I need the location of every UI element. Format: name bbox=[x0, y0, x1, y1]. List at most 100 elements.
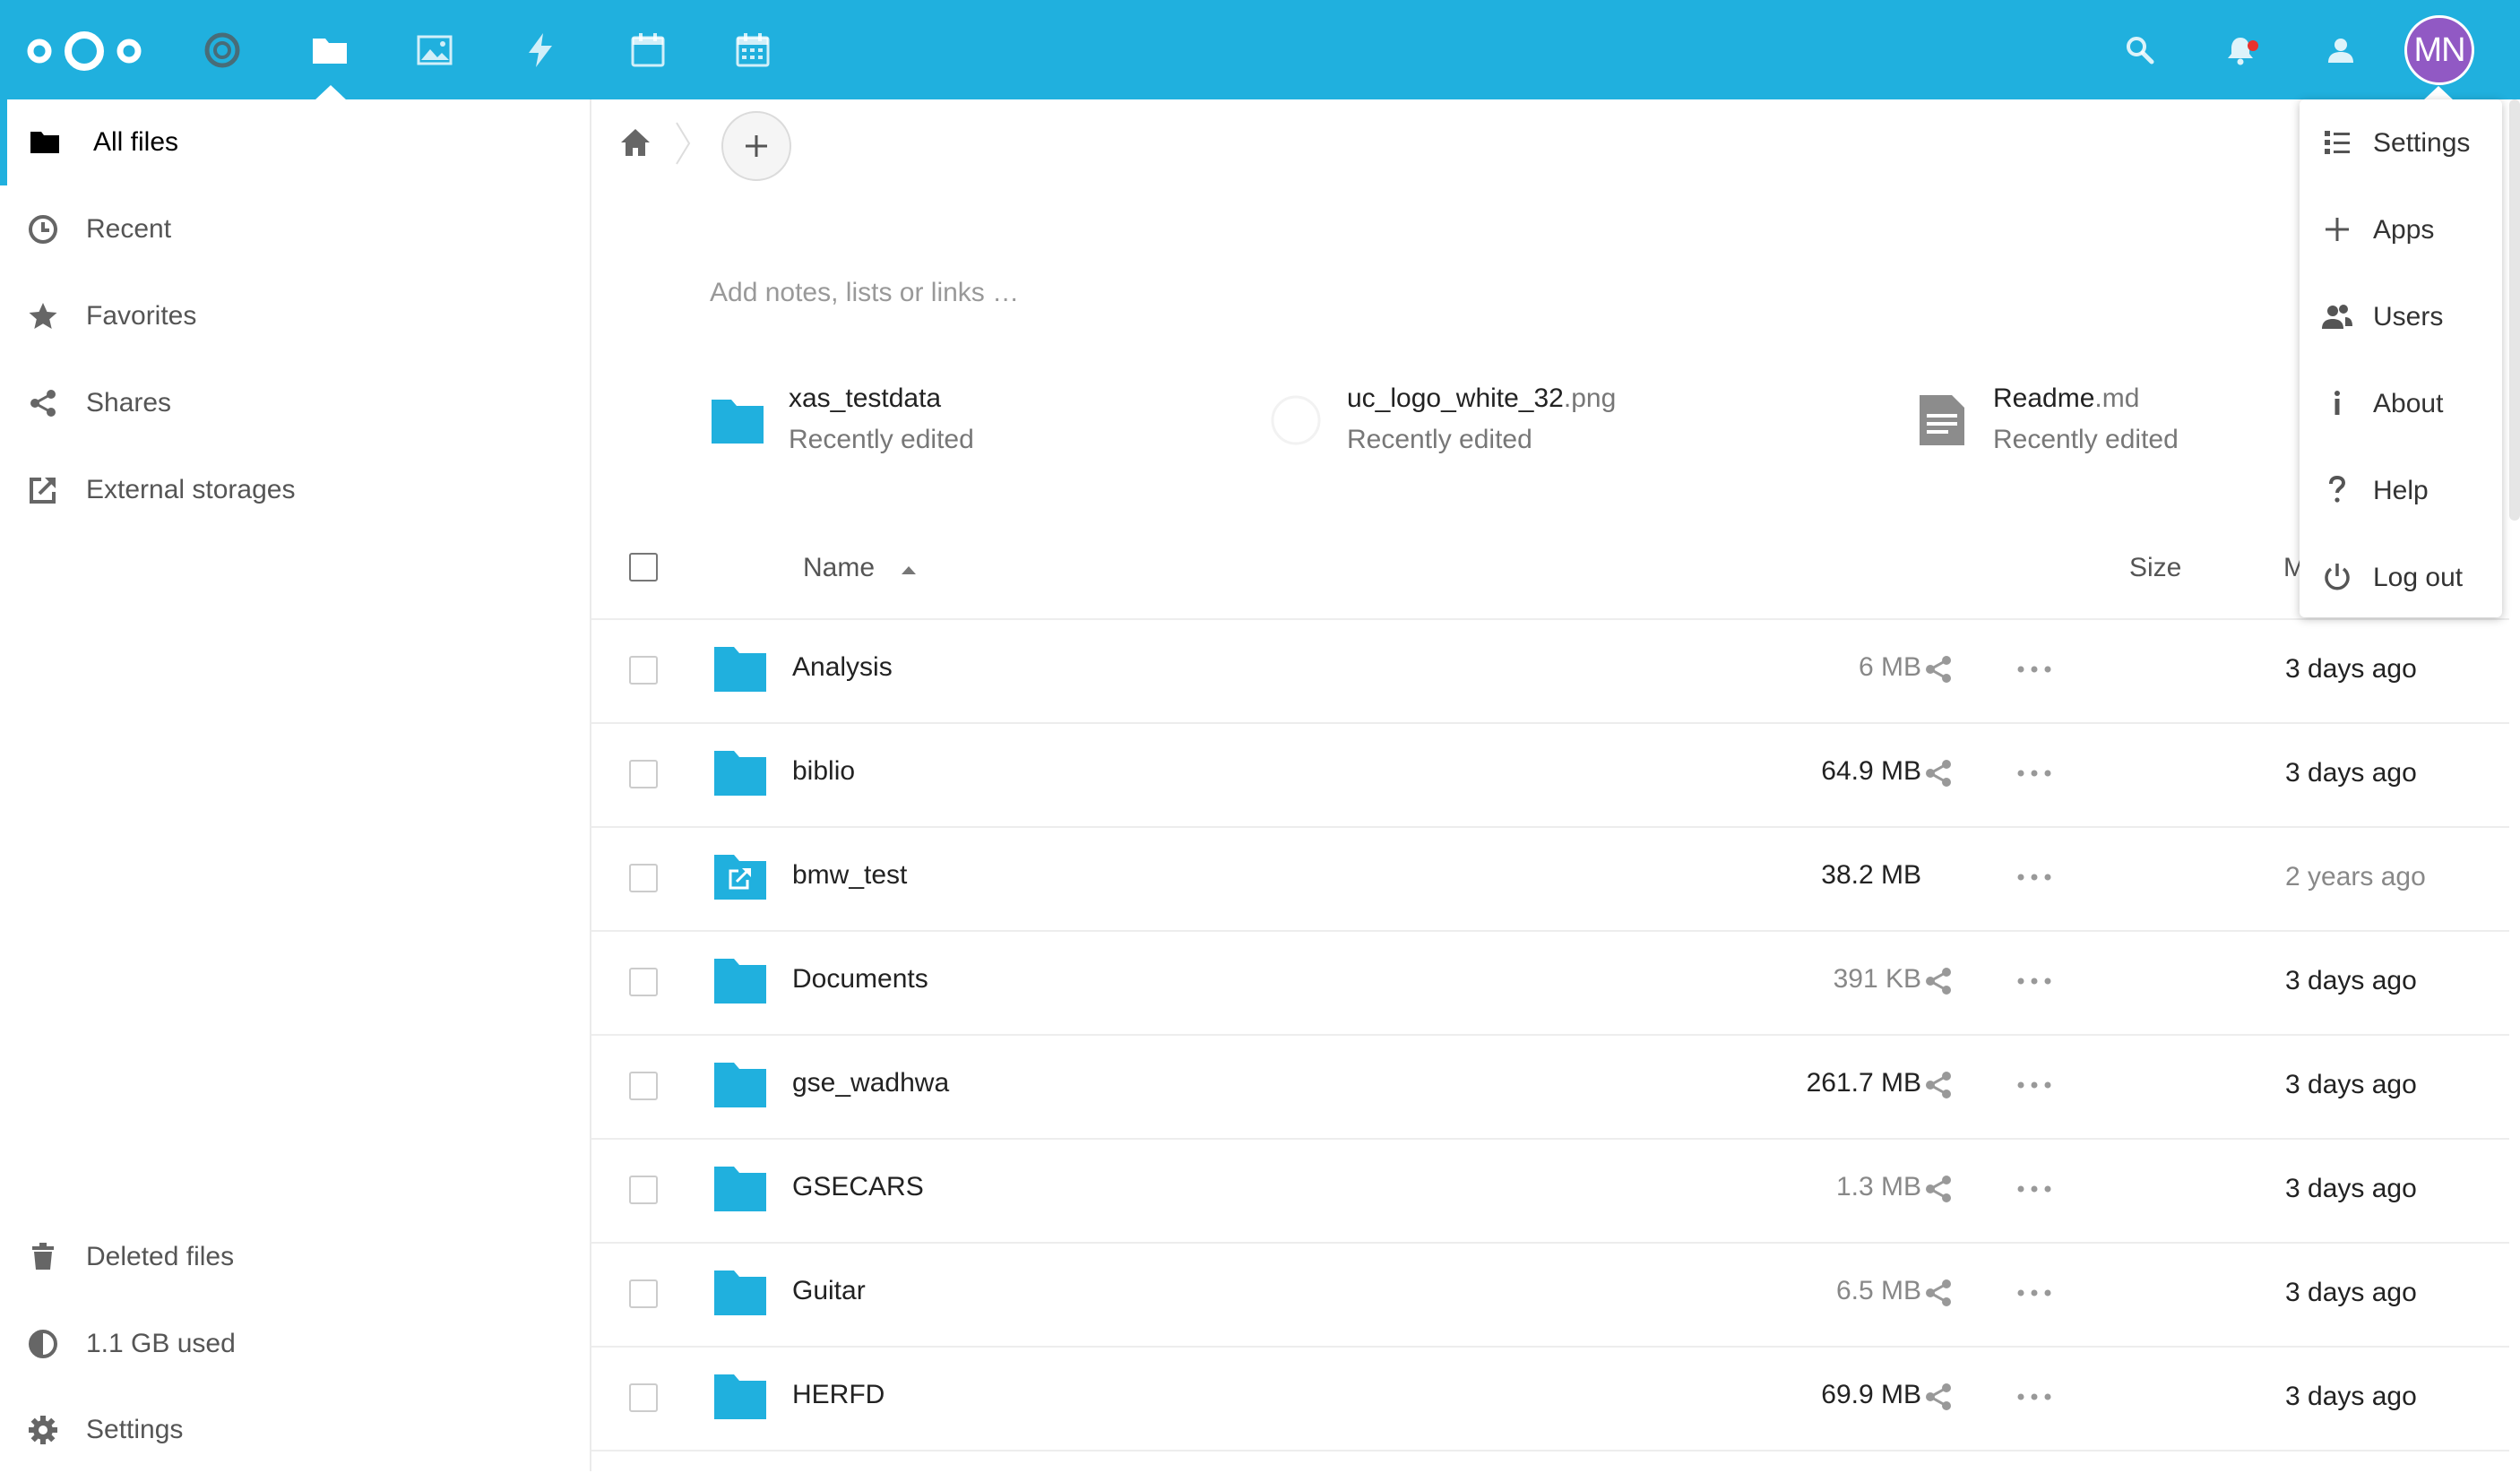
sidebar-item-shares[interactable]: Shares bbox=[0, 360, 590, 446]
file-modified: 3 days ago bbox=[2285, 966, 2417, 995]
share-icon[interactable] bbox=[1923, 1278, 1954, 1308]
recent-file-name: Readme.md bbox=[1993, 383, 2140, 413]
file-modified: 3 days ago bbox=[2285, 1174, 2417, 1203]
sidebar-item-quota[interactable]: 1.1 GB used bbox=[0, 1301, 590, 1387]
menu-item-label: Apps bbox=[2373, 215, 2435, 245]
menu-item-label: Settings bbox=[2373, 128, 2471, 158]
search-button[interactable] bbox=[2115, 25, 2165, 75]
contacts-button[interactable] bbox=[2316, 25, 2366, 75]
row-checkbox[interactable] bbox=[629, 1176, 658, 1204]
share-icon[interactable] bbox=[1923, 1070, 1954, 1100]
activity-app-button[interactable] bbox=[509, 18, 572, 82]
file-size: 391 KB bbox=[1833, 964, 1921, 994]
user-avatar[interactable]: MN bbox=[2404, 15, 2474, 85]
menu-item-label: Log out bbox=[2373, 563, 2464, 592]
plus-icon bbox=[746, 135, 767, 157]
dashboard-app-button[interactable] bbox=[191, 18, 254, 82]
calendar-app-button[interactable] bbox=[617, 18, 679, 82]
file-row[interactable]: Documents 391 KB 3 days ago bbox=[591, 930, 2509, 1036]
column-header-size[interactable]: Size bbox=[2129, 553, 2181, 583]
file-row[interactable]: Guitar 6.5 MB 3 days ago bbox=[591, 1242, 2509, 1348]
more-actions-icon[interactable] bbox=[2016, 1392, 2052, 1401]
more-actions-icon[interactable] bbox=[2016, 1081, 2052, 1090]
notes-placeholder[interactable]: Add notes, lists or links … bbox=[710, 278, 1019, 308]
menu-item-label: About bbox=[2373, 389, 2444, 418]
file-name[interactable]: Analysis bbox=[792, 652, 893, 683]
scrollbar[interactable] bbox=[2509, 99, 2520, 521]
help-icon bbox=[2329, 475, 2346, 503]
menu-item-users[interactable]: Users bbox=[2300, 273, 2502, 360]
row-checkbox[interactable] bbox=[629, 968, 658, 996]
file-row[interactable]: HERFD 69.9 MB 3 days ago bbox=[591, 1346, 2509, 1451]
file-name[interactable]: HERFD bbox=[792, 1380, 885, 1410]
file-name[interactable]: biblio bbox=[792, 756, 855, 787]
more-actions-icon[interactable] bbox=[2016, 1184, 2052, 1193]
row-checkbox[interactable] bbox=[629, 1072, 658, 1100]
file-row[interactable]: gse_wadhwa 261.7 MB 3 days ago bbox=[591, 1034, 2509, 1140]
folder-icon bbox=[714, 1374, 766, 1419]
file-name[interactable]: gse_wadhwa bbox=[792, 1068, 949, 1098]
menu-item-about[interactable]: About bbox=[2300, 360, 2502, 447]
row-checkbox[interactable] bbox=[629, 656, 658, 685]
file-modified: 3 days ago bbox=[2285, 1070, 2417, 1099]
recent-file-status: Recently edited bbox=[1993, 425, 2179, 454]
file-row[interactable]: GSECARS 1.3 MB 3 days ago bbox=[591, 1138, 2509, 1244]
more-actions-icon[interactable] bbox=[2016, 665, 2052, 674]
file-modified: 3 days ago bbox=[2285, 1382, 2417, 1411]
share-icon[interactable] bbox=[1923, 758, 1954, 788]
more-actions-icon[interactable] bbox=[2016, 1288, 2052, 1297]
file-size: 6 MB bbox=[1858, 652, 1921, 682]
calendar-grid-app-button[interactable] bbox=[721, 18, 784, 82]
document-icon bbox=[1920, 395, 1964, 445]
user-menu-caret bbox=[2423, 86, 2454, 100]
recent-file-card[interactable]: Readme.md Recently edited bbox=[1914, 383, 2291, 473]
more-actions-icon[interactable] bbox=[2016, 977, 2052, 986]
sidebar-item-recent[interactable]: Recent bbox=[0, 186, 590, 272]
file-row[interactable]: bmw_test 38.2 MB 2 years ago bbox=[591, 826, 2509, 932]
file-row[interactable]: biblio 64.9 MB 3 days ago bbox=[591, 722, 2509, 828]
file-name[interactable]: bmw_test bbox=[792, 860, 907, 891]
file-name[interactable]: Documents bbox=[792, 964, 928, 995]
sidebar-item-deleted-files[interactable]: Deleted files bbox=[0, 1214, 590, 1300]
info-icon bbox=[2334, 391, 2340, 415]
menu-item-help[interactable]: Help bbox=[2300, 447, 2502, 534]
file-name[interactable]: GSECARS bbox=[792, 1172, 924, 1202]
file-size: 69.9 MB bbox=[1821, 1380, 1921, 1409]
notifications-button[interactable] bbox=[2215, 25, 2265, 75]
row-checkbox[interactable] bbox=[629, 760, 658, 788]
files-icon bbox=[313, 39, 347, 64]
calendar-grid-icon bbox=[736, 33, 770, 67]
share-icon[interactable] bbox=[1923, 1382, 1954, 1412]
row-checkbox[interactable] bbox=[629, 864, 658, 892]
settings-list-icon bbox=[2325, 131, 2350, 154]
select-all-checkbox[interactable] bbox=[629, 553, 658, 581]
row-checkbox[interactable] bbox=[629, 1279, 658, 1308]
more-actions-icon[interactable] bbox=[2016, 769, 2052, 778]
file-name[interactable]: Guitar bbox=[792, 1276, 866, 1306]
row-checkbox[interactable] bbox=[629, 1383, 658, 1412]
menu-item-apps[interactable]: Apps bbox=[2300, 186, 2502, 273]
files-app-button[interactable] bbox=[298, 18, 361, 82]
recent-file-card[interactable]: xas_testdata Recently edited bbox=[710, 383, 1212, 473]
file-table-header bbox=[591, 538, 2509, 620]
share-icon[interactable] bbox=[1923, 966, 1954, 996]
external-folder-icon bbox=[714, 855, 766, 900]
sidebar-item-settings[interactable]: Settings bbox=[0, 1387, 590, 1473]
column-header-name[interactable]: Name bbox=[803, 553, 875, 583]
menu-item-settings[interactable]: Settings bbox=[2300, 99, 2502, 186]
more-actions-icon[interactable] bbox=[2016, 873, 2052, 882]
nextcloud-logo[interactable] bbox=[22, 29, 147, 73]
sidebar-item-favorites[interactable]: Favorites bbox=[0, 273, 590, 359]
file-row[interactable]: Analysis 6 MB 3 days ago bbox=[591, 618, 2509, 724]
photos-app-button[interactable] bbox=[403, 18, 466, 82]
share-icon[interactable] bbox=[1923, 654, 1954, 685]
sidebar-item-label: 1.1 GB used bbox=[86, 1329, 236, 1358]
menu-item-log-out[interactable]: Log out bbox=[2300, 534, 2502, 621]
sidebar-item-all-files[interactable]: All files bbox=[0, 99, 590, 185]
sidebar-item-external-storages[interactable]: External storages bbox=[0, 447, 590, 533]
new-file-button[interactable] bbox=[721, 111, 791, 181]
home-breadcrumb-icon[interactable] bbox=[618, 125, 652, 159]
recent-file-card[interactable]: uc_logo_white_32.png Recently edited bbox=[1268, 383, 1770, 473]
calendar-icon bbox=[631, 33, 665, 67]
share-icon[interactable] bbox=[1923, 1174, 1954, 1204]
